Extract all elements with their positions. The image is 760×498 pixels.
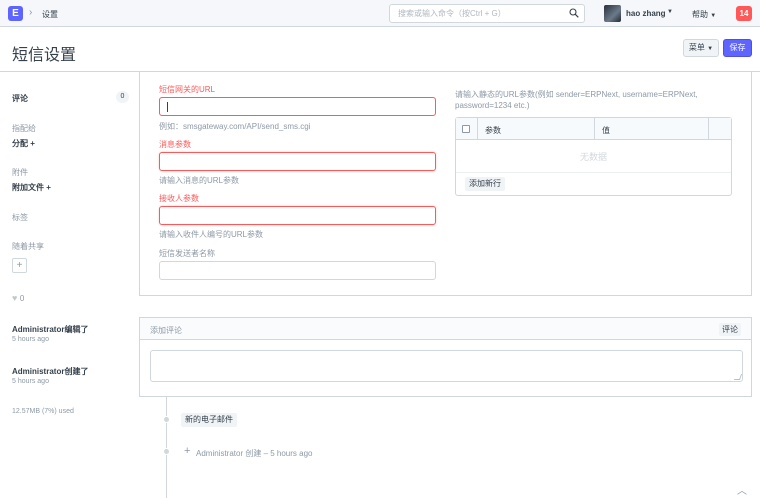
page-title: 短信设置	[12, 47, 77, 64]
activity-time: 5 hours ago	[12, 336, 49, 343]
sidebar-tags-label[interactable]: 标签	[12, 212, 28, 223]
chevron-up-icon[interactable]: ︿	[737, 482, 747, 497]
comment-box: 添加评论 评论	[139, 317, 752, 397]
column-divider	[594, 118, 595, 140]
avatar[interactable]	[604, 5, 621, 22]
gateway-url-help: 例如：smsgateway.com/API/send_sms.cgi	[159, 122, 311, 131]
sidebar-assigned-label: 指配给	[12, 124, 36, 133]
like-button[interactable]: ♥ 0	[12, 293, 24, 303]
sender-name-label: 短信发送者名称	[159, 249, 215, 258]
receiver-param-help: 请输入收件人编号的URL参数	[159, 230, 264, 239]
activity-time: 5 hours ago	[12, 378, 49, 385]
help-menu[interactable]: 帮助 ▼	[692, 9, 716, 20]
activity-item: Administrator编辑了	[12, 325, 89, 334]
app-logo[interactable]: E	[8, 6, 23, 21]
message-param-help: 请输入消息的URL参数	[159, 176, 240, 185]
menu-button-label: 菜单	[688, 43, 705, 52]
caret-down-icon: ▼	[710, 13, 717, 19]
receiver-param-field[interactable]	[159, 206, 436, 225]
navbar: E › 设置 hao zhang ▼ 帮助 ▼ 14	[0, 0, 760, 27]
comment-title: 添加评论	[150, 326, 182, 335]
caret-down-icon[interactable]: ▼	[667, 9, 673, 15]
chevron-right-icon: ›	[29, 7, 33, 18]
text-cursor	[167, 102, 168, 112]
assign-button[interactable]: 分配 +	[12, 138, 35, 149]
save-button[interactable]: 保存	[723, 39, 752, 57]
gateway-url-label: 短信网关的URL	[159, 85, 216, 94]
menu-button[interactable]: 菜单 ▼	[683, 39, 719, 57]
comment-button[interactable]: 评论	[719, 323, 741, 336]
awesome-bar	[389, 4, 585, 23]
search-input[interactable]	[390, 5, 560, 22]
divider	[456, 172, 731, 173]
attach-file-button[interactable]: 附加文件 +	[12, 182, 51, 193]
timeline-dot	[163, 448, 170, 455]
help-label: 帮助	[692, 10, 708, 19]
message-param-label: 消息参数	[159, 140, 191, 149]
search-icon[interactable]	[569, 8, 579, 18]
sender-name-field[interactable]	[159, 261, 436, 280]
comment-header: 添加评论 评论	[140, 318, 751, 340]
user-menu[interactable]: hao zhang	[626, 9, 666, 18]
timeline-dot	[163, 416, 170, 423]
activity-item: Administrator创建了	[12, 367, 89, 376]
heart-icon: ♥	[12, 293, 18, 303]
table-header: 参数 值	[456, 118, 731, 140]
storage-usage: 12.57MB (7%) used	[12, 408, 74, 415]
static-params-description: 请输入静态的URL参数(例如 sender=ERPNext, username=…	[455, 90, 698, 110]
column-divider	[477, 118, 478, 140]
message-param-field[interactable]	[159, 152, 436, 171]
empty-state: 无数据	[579, 152, 607, 162]
add-row-button[interactable]: 添加新行	[465, 177, 505, 191]
breadcrumb-settings[interactable]: 设置	[42, 9, 58, 20]
comment-input[interactable]	[150, 350, 743, 382]
like-count: 0	[19, 294, 25, 303]
static-params-table: 参数 值 无数据 添加新行	[455, 117, 732, 196]
column-divider	[708, 118, 709, 140]
plus-icon: +	[184, 445, 191, 457]
sidebar-attachments-label: 附件	[12, 168, 28, 177]
timeline-created-entry: Administrator 创建 – 5 hours ago	[196, 449, 313, 458]
notification-badge[interactable]: 14	[736, 6, 752, 21]
receiver-param-label: 接收人参数	[159, 194, 199, 203]
sidebar-shared-label: 随着共享	[12, 242, 44, 251]
add-share-button[interactable]: +	[12, 258, 27, 273]
resize-handle-icon[interactable]	[733, 374, 743, 380]
caret-down-icon: ▼	[707, 46, 714, 52]
column-header-parameter: 参数	[485, 126, 501, 135]
comment-count-badge: 0	[116, 91, 129, 103]
new-email-button[interactable]: 新的电子邮件	[181, 413, 237, 427]
column-header-value: 值	[602, 126, 610, 135]
select-all-checkbox[interactable]	[462, 125, 470, 133]
sidebar-comments-label[interactable]: 评论	[12, 93, 28, 104]
gateway-url-field[interactable]	[159, 97, 436, 116]
